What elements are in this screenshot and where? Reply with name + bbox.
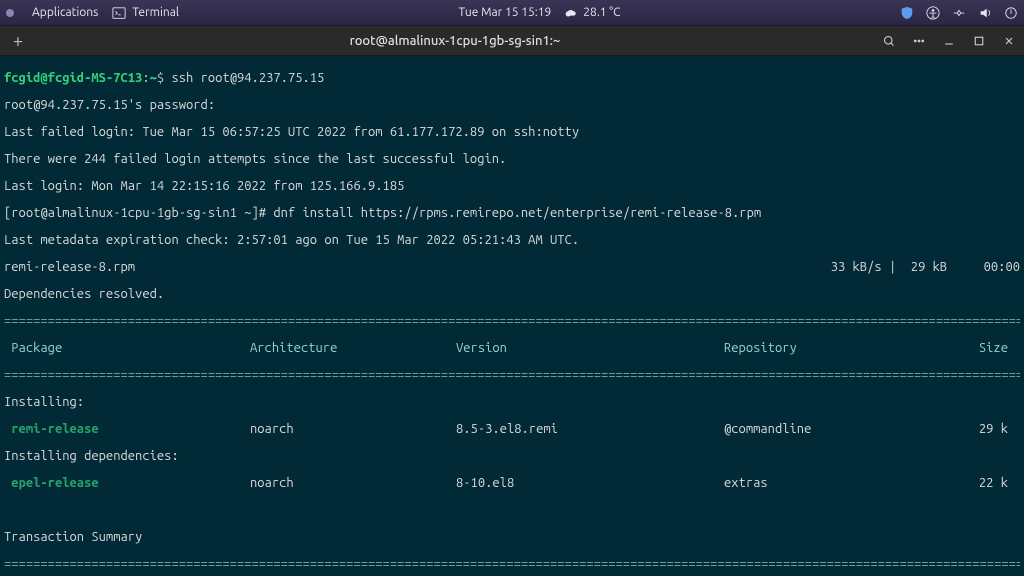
local-prompt-path: ~ [150,71,157,85]
pkg-repo: @commandline [724,423,928,437]
hdr-repo: Repository [724,342,928,356]
local-prompt-user: fcgid@fcgid-MS-7C13 [4,71,142,85]
clock[interactable]: Tue Mar 15 15:19 [459,6,552,19]
password-prompt: root@94.237.75.15's password: [4,99,1020,113]
divider-eq-3: ========================================… [4,558,1020,572]
pkg-repo: extras [724,477,928,491]
shield-icon[interactable] [900,6,914,20]
applications-menu[interactable]: Applications [32,6,98,19]
local-prompt-sym: $ [157,71,172,85]
pkg-name: epel-release [4,477,250,491]
table-header: Package Architecture Version Repository … [4,342,1020,356]
table-row: epel-release noarch 8-10.el8 extras 22 k [4,477,1020,491]
new-tab-button[interactable]: + [8,31,28,51]
close-button[interactable] [1002,34,1016,48]
accessibility-icon[interactable] [926,6,940,20]
divider-eq-2: ========================================… [4,369,1020,383]
blank-line [4,504,1020,518]
hdr-size: Size [928,342,1008,356]
pkg-ver: 8-10.el8 [456,477,724,491]
active-app-label: Terminal [132,6,179,19]
volume-icon[interactable] [978,6,992,20]
menu-icon[interactable] [912,34,926,48]
applications-label: Applications [32,6,98,19]
power-icon[interactable] [1004,6,1018,20]
pkg-arch: noarch [250,423,456,437]
window-titlebar: + root@almalinux-1cpu-1gb-sg-sin1:~ [0,26,1024,56]
terminal-output[interactable]: fcgid@fcgid-MS-7C13:~$ ssh root@94.237.7… [0,56,1024,576]
last-login: Last login: Mon Mar 14 22:15:16 2022 fro… [4,180,1020,194]
weather-icon [563,6,577,20]
maximize-button[interactable] [972,34,986,48]
hdr-arch: Architecture [250,342,456,356]
last-failed-login: Last failed login: Tue Mar 15 06:57:25 U… [4,126,1020,140]
dnf-command: dnf install https://rpms.remirepo.net/en… [273,206,761,220]
pkg-name: remi-release [4,423,250,437]
hdr-version: Version [456,342,724,356]
failed-attempts: There were 244 failed login attempts sin… [4,153,1020,167]
installing-deps-label: Installing dependencies: [4,450,1020,464]
network-icon[interactable] [952,6,966,20]
pkg-arch: noarch [250,477,456,491]
activities-dot[interactable] [6,9,14,17]
table-row: remi-release noarch 8.5-3.el8.remi @comm… [4,423,1020,437]
ssh-command: ssh root@94.237.75.15 [171,71,324,85]
metadata-line: Last metadata expiration check: 2:57:01 … [4,234,1020,248]
deps-resolved: Dependencies resolved. [4,288,1020,302]
pkg-ver: 8.5-3.el8.remi [456,423,724,437]
divider-eq-1: ========================================… [4,315,1020,329]
installing-label: Installing: [4,396,1020,410]
window-title: root@almalinux-1cpu-1gb-sg-sin1:~ [28,34,882,48]
remote-prompt: [root@almalinux-1cpu-1gb-sg-sin1 ~]# [4,206,273,220]
hdr-package: Package [4,342,250,356]
terminal-icon [112,6,126,20]
transaction-summary: Transaction Summary [4,531,1020,545]
pkg-size: 29 k [928,423,1008,437]
pkg-size: 22 k [928,477,1008,491]
rpm-stats: 33 kB/s | 29 kB 00:00 [831,261,1020,275]
rpm-name: remi-release-8.rpm [4,261,831,275]
minimize-button[interactable] [942,34,956,48]
local-prompt-sep: : [142,71,149,85]
taskbar: Applications Terminal Tue Mar 15 15:19 2… [0,0,1024,26]
search-icon[interactable] [882,34,896,48]
weather-indicator[interactable]: 28.1 °C [563,6,620,20]
active-app-indicator[interactable]: Terminal [112,6,179,20]
weather-temp: 28.1 °C [583,6,620,19]
